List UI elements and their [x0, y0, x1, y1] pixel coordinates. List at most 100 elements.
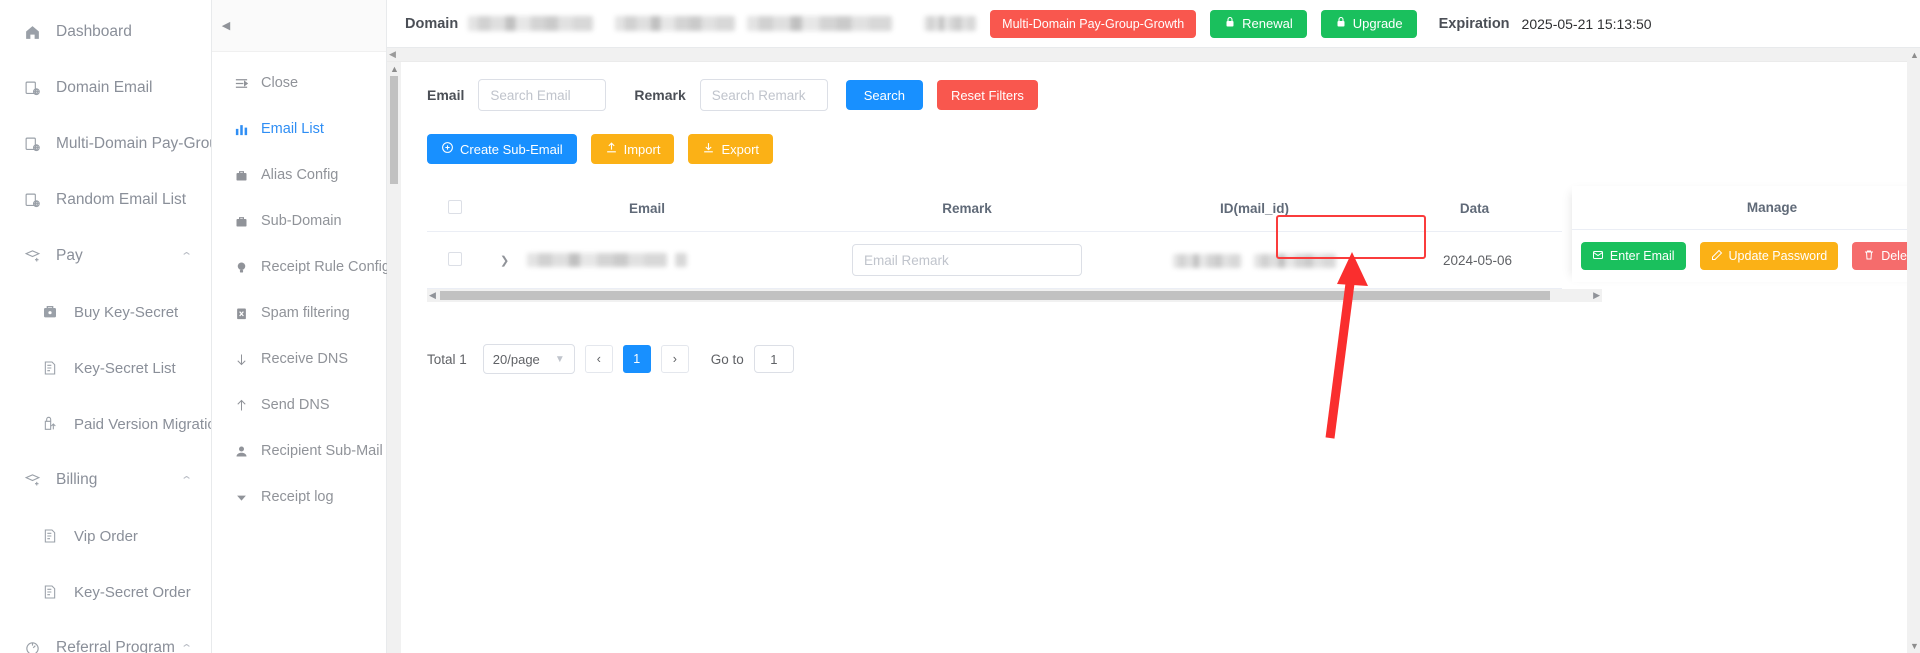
row-remark-input[interactable] — [852, 244, 1082, 276]
buy-key-icon — [40, 302, 60, 322]
submenu-item-alias-config[interactable]: Alias Config — [212, 152, 386, 198]
row-mail-id-masked — [1172, 253, 1241, 268]
renewal-button[interactable]: Renewal — [1210, 9, 1307, 38]
alias-icon — [232, 166, 250, 184]
pagination-prev-button[interactable]: ‹ — [584, 345, 613, 373]
submenu-item-label: Receive DNS — [261, 351, 349, 367]
migration-icon — [40, 414, 60, 434]
domain-value-masked-3 — [747, 16, 893, 31]
sidebar-item-random-email-list[interactable]: Random Email List — [0, 172, 211, 228]
table-header-date: Data — [1387, 186, 1562, 232]
key-list-icon — [40, 358, 60, 378]
search-email-input[interactable] — [478, 79, 607, 111]
sidebar-item-paid-version-migration[interactable]: Paid Version Migration — [0, 396, 211, 452]
table-horizontal-scrollbar[interactable]: ◀ ▶ — [427, 289, 1602, 302]
create-sub-email-button[interactable]: Create Sub-Email — [427, 134, 577, 164]
sidebar-item-label: Key-Secret List — [74, 359, 176, 377]
search-remark-input[interactable] — [699, 79, 828, 111]
scroll-track[interactable] — [399, 51, 1908, 59]
secondary-menu-header: ◀ — [212, 0, 386, 52]
select-all-checkbox[interactable] — [447, 200, 462, 214]
page-vertical-scrollbar[interactable]: ▲ ▼ — [1907, 48, 1920, 653]
scroll-up-icon[interactable]: ▲ — [1910, 50, 1919, 60]
chevron-up-icon[interactable]: ⌃ — [180, 250, 193, 263]
sidebar-item-domain-email[interactable]: Domain Email — [0, 60, 211, 116]
sidebar-item-referral-program[interactable]: Referral Program ⌃ — [0, 620, 211, 653]
create-sub-email-label: Create Sub-Email — [460, 141, 563, 157]
export-button[interactable]: Export — [688, 134, 774, 164]
key-order-icon — [40, 582, 60, 602]
plus-circle-icon — [441, 141, 454, 157]
chevron-up-icon[interactable]: ⌃ — [180, 474, 193, 487]
row-select-cell — [427, 231, 482, 289]
manage-column: Manage Enter Email Update Password Delet… — [1572, 186, 1920, 282]
enter-email-button[interactable]: Enter Email — [1580, 242, 1686, 270]
bar-chart-icon — [232, 120, 250, 138]
scroll-thumb[interactable] — [390, 76, 398, 184]
scroll-down-icon[interactable]: ▼ — [1910, 641, 1919, 651]
domain-value-masked-4 — [924, 16, 977, 31]
chevron-up-icon[interactable]: ⌃ — [180, 642, 193, 653]
search-button[interactable]: Search — [845, 80, 923, 110]
import-button[interactable]: Import — [590, 134, 675, 164]
collapse-left-icon[interactable]: ◀ — [218, 18, 234, 34]
scroll-left-icon[interactable]: ◀ — [389, 50, 396, 59]
sidebar-item-pay[interactable]: Pay ⌃ — [0, 228, 211, 284]
edit-icon — [1711, 249, 1723, 264]
chevron-right-icon[interactable]: ❯ — [500, 254, 509, 267]
sidebar-item-billing[interactable]: Billing ⌃ — [0, 452, 211, 508]
manage-column-header: Manage — [1572, 186, 1920, 230]
submenu-item-label: Email List — [261, 121, 324, 137]
table-scroll-thumb[interactable] — [440, 291, 1550, 300]
submenu-item-label: Recipient Sub-Mail — [261, 443, 383, 459]
sidebar-item-key-secret-list[interactable]: Key-Secret List — [0, 340, 211, 396]
submenu-item-receive-dns[interactable]: Receive DNS — [212, 336, 386, 382]
action-bar: Create Sub-Email Import Export — [427, 134, 1920, 164]
pagination-goto-label: Go to — [710, 351, 744, 367]
submenu-item-label: Receipt Rule Config — [261, 259, 390, 275]
mail-icon — [1592, 249, 1604, 264]
sidebar-item-multi-domain-pay-group[interactable]: Multi-Domain Pay-Group — [0, 116, 211, 172]
row-email-masked — [527, 253, 668, 267]
row-checkbox[interactable] — [447, 251, 462, 266]
scroll-up-icon[interactable]: ▲ — [390, 64, 399, 74]
email-table-wrap: Email Remark ID(mail_id) Data ❯ Email Re… — [427, 186, 1920, 302]
home-icon — [22, 22, 42, 42]
table-scroll-right-icon[interactable]: ▶ — [1593, 290, 1600, 301]
table-header-email: Email — [482, 186, 812, 232]
pagination-goto-input[interactable] — [753, 345, 794, 373]
content-inner: Email Remark Search Reset Filters Create… — [401, 62, 1920, 653]
upgrade-button[interactable]: Upgrade — [1320, 9, 1417, 38]
update-password-button[interactable]: Update Password — [1699, 242, 1839, 270]
page-horizontal-scrollbar[interactable]: ◀ ▶ — [387, 48, 1920, 62]
submenu-item-receipt-log[interactable]: Receipt log — [212, 474, 386, 520]
submenu-item-recipient-sub-mail[interactable]: Recipient Sub-Mail — [212, 428, 386, 474]
submenu-item-close[interactable]: Close — [212, 60, 386, 106]
renewal-label: Renewal — [1242, 16, 1293, 31]
app-root: Dashboard Domain Email Multi-Domain Pay-… — [0, 0, 1920, 653]
submenu-item-email-list[interactable]: Email List — [212, 106, 386, 152]
multi-domain-icon — [22, 134, 42, 154]
row-email-cell: ❯ — [482, 231, 812, 289]
pagination-next-button[interactable]: › — [660, 345, 689, 373]
sidebar-item-key-secret-order[interactable]: Key-Secret Order — [0, 564, 211, 620]
pay-icon — [22, 246, 42, 266]
plan-tag-badge[interactable]: Multi-Domain Pay-Group-Growth — [990, 9, 1197, 38]
submenu-item-receipt-rule-config[interactable]: Receipt Rule Config — [212, 244, 390, 290]
caret-down-icon — [232, 488, 250, 506]
content-vertical-scrollbar[interactable]: ▲ — [387, 62, 401, 653]
sidebar-item-vip-order[interactable]: Vip Order — [0, 508, 211, 564]
email-table: Email Remark ID(mail_id) Data ❯ Email Re… — [427, 186, 1562, 289]
billing-icon — [22, 470, 42, 490]
page-size-select[interactable]: 20/page ▼ — [482, 344, 575, 374]
submenu-item-spam-filtering[interactable]: Spam filtering — [212, 290, 386, 336]
pagination-page-1[interactable]: 1 — [622, 345, 651, 373]
row-remark-cell — [812, 231, 1122, 289]
submenu-item-sub-domain[interactable]: Sub-Domain — [212, 198, 386, 244]
submenu-item-send-dns[interactable]: Send DNS — [212, 382, 386, 428]
table-scroll-left-icon[interactable]: ◀ — [429, 290, 436, 301]
reset-filters-button[interactable]: Reset Filters — [936, 80, 1038, 110]
sidebar-item-dashboard[interactable]: Dashboard — [0, 4, 211, 60]
subdomain-icon — [232, 212, 250, 230]
sidebar-item-buy-key-secret[interactable]: Buy Key-Secret — [0, 284, 211, 340]
